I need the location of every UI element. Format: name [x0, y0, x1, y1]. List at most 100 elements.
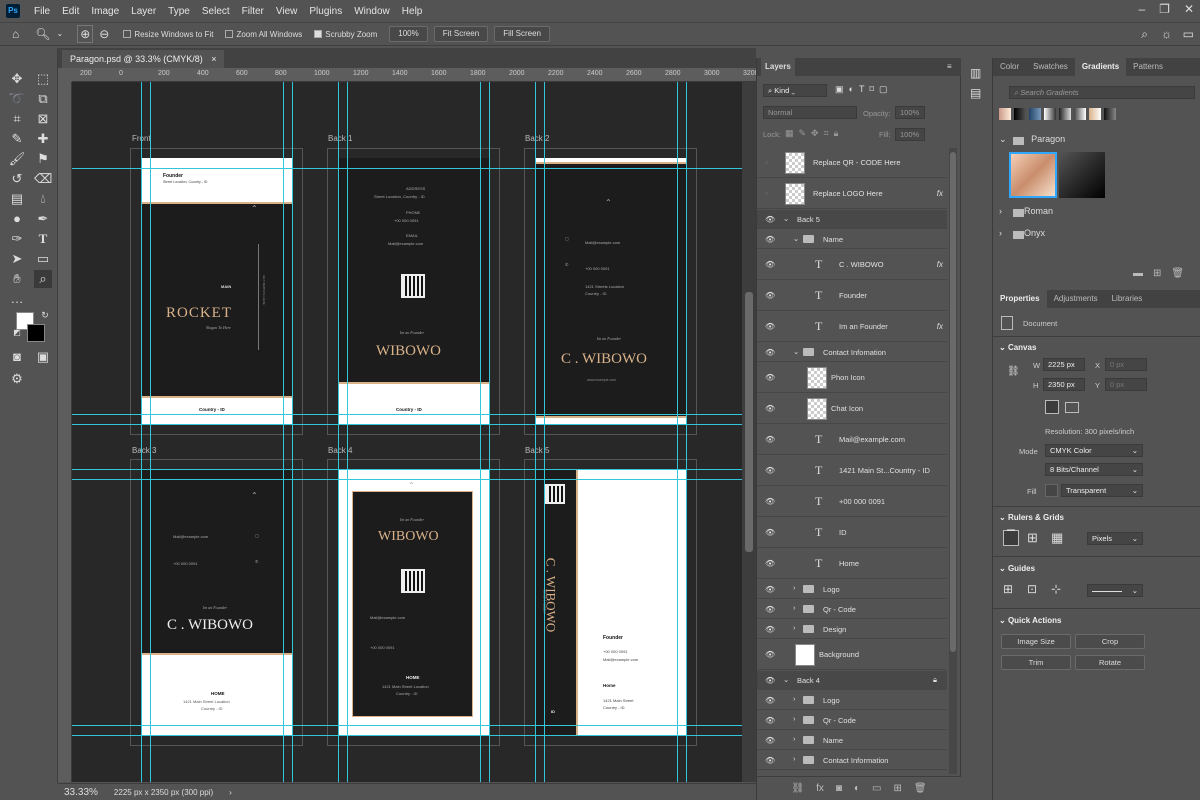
gradient-swatch[interactable] — [1089, 108, 1101, 120]
eye-icon[interactable]: 👁︎ — [765, 260, 775, 269]
fit-screen-button[interactable]: Fit Screen — [433, 26, 489, 42]
units-select[interactable]: Pixels ⌄ — [1087, 532, 1143, 545]
fill-field[interactable]: 100% — [895, 128, 925, 141]
guide-line[interactable] — [489, 82, 490, 782]
zoom-tool-icon[interactable]: ⌕ — [34, 270, 52, 288]
artboard-label[interactable]: Back 4 — [328, 446, 352, 455]
guide-layout-icon[interactable]: ⊞ — [1003, 582, 1013, 596]
fx-icon[interactable]: fx — [937, 189, 943, 198]
eye-icon[interactable]: 👁︎ — [765, 605, 775, 614]
gradient-swatch[interactable] — [1074, 108, 1086, 120]
layers-list[interactable]: ▫ Replace QR - CODE Here ▫ Replace LOGO He… — [757, 148, 947, 774]
gradient-tool-icon[interactable]: ▤ — [8, 190, 26, 208]
marquee-tool-icon[interactable]: ⬚ — [34, 70, 52, 88]
comments-panel-icon[interactable]: ▤ — [970, 86, 981, 100]
guide-line[interactable] — [72, 469, 742, 470]
guide-line[interactable] — [480, 82, 481, 782]
gradient-swatch[interactable] — [1044, 108, 1056, 120]
lock-icons[interactable]: ▦✎✥⌗🔒︎ — [785, 128, 843, 139]
layer-row[interactable]: ▫ Replace LOGO Here fx — [757, 179, 947, 209]
quick-actions-section[interactable]: ⌄ Quick Actions — [999, 616, 1061, 625]
rulers-grids-section[interactable]: ⌄ Rulers & Grids — [999, 513, 1064, 522]
eye-icon[interactable]: 👁︎ — [765, 676, 775, 685]
background-color-swatch[interactable] — [27, 324, 45, 342]
guide-style-select[interactable]: ⌄ — [1087, 584, 1143, 597]
hand-tool-icon[interactable]: ✋︎ — [8, 270, 26, 288]
history-brush-icon[interactable]: ↺ — [8, 170, 26, 188]
guide-line[interactable] — [292, 82, 293, 782]
gradient-folder-paragon[interactable]: ⌄ Paragon — [999, 134, 1065, 145]
eye-icon[interactable]: 👁︎ — [765, 497, 775, 506]
lock-icon[interactable]: 🔒︎ — [933, 675, 937, 685]
layer-group-row[interactable]: 👁︎ ⌄ Back 5 — [757, 210, 947, 229]
resize-windows-checkbox[interactable]: Resize Windows to Fit — [123, 30, 213, 39]
default-colors-icon[interactable]: ◩ — [8, 324, 26, 342]
new-group-icon[interactable]: ▭ — [872, 783, 881, 794]
zoom-all-windows-checkbox[interactable]: Zoom All Windows — [225, 30, 302, 39]
chevron-right-icon[interactable]: › — [999, 228, 1002, 238]
tab-swatches[interactable]: Swatches — [1026, 58, 1075, 76]
workspace-icon[interactable]: ▭ — [1183, 26, 1194, 42]
add-mask-icon[interactable]: ◙ — [836, 783, 842, 794]
filter-icons[interactable]: ▣◐T⌑▢ — [835, 84, 893, 95]
quick-mask-icon[interactable]: ◙ — [8, 348, 26, 366]
grid-toggle-icon[interactable]: ⊞ — [1027, 530, 1038, 546]
gradient-swatch-selected[interactable] — [1009, 152, 1057, 198]
guide-line[interactable] — [544, 82, 545, 782]
menu-edit[interactable]: Edit — [56, 6, 85, 17]
stamp-tool-icon[interactable]: ⚑ — [34, 150, 52, 168]
close-icon[interactable]: ✕ — [1184, 2, 1194, 16]
image-size-button[interactable]: Image Size — [1001, 634, 1071, 649]
layer-group-row[interactable]: 👁︎ › Logo — [757, 691, 947, 710]
brush-tool-icon[interactable]: 🖌︎ — [8, 150, 26, 168]
scrollbar-thumb[interactable] — [745, 292, 753, 552]
card-back3[interactable]: ⌃ Mail@example.com ▢ +00 000 0091 ✆ Im a… — [141, 469, 292, 735]
close-tab-icon[interactable]: × — [211, 54, 216, 64]
artboard-label[interactable]: Back 2 — [525, 134, 549, 143]
frame-tool-icon[interactable]: ⊠ — [34, 110, 52, 128]
scrubby-zoom-checkbox[interactable]: Scrubby Zoom — [314, 30, 377, 39]
layer-row[interactable]: 👁︎ T ID — [757, 518, 947, 548]
guide-add-icon[interactable]: ⊹ — [1051, 582, 1061, 596]
menu-image[interactable]: Image — [85, 6, 125, 17]
chevron-down-icon[interactable]: ⌄ — [56, 26, 63, 42]
height-field[interactable]: 2350 px — [1043, 378, 1085, 391]
chevron-right-icon[interactable]: › — [793, 754, 796, 763]
fx-icon[interactable]: fx — [937, 322, 943, 331]
fx-icon[interactable]: fx — [816, 783, 824, 794]
layer-group-row[interactable]: 👁︎ › Qr - Code — [757, 600, 947, 619]
rectangle-tool-icon[interactable]: ▭ — [34, 250, 52, 268]
chevron-down-icon[interactable]: ⌄ — [793, 234, 799, 243]
tab-properties[interactable]: Properties — [993, 290, 1047, 308]
document-tab[interactable]: Paragon.psd @ 33.3% (CMYK/8) × — [62, 50, 225, 68]
layer-group-row[interactable]: 👁︎ ⌄ Name — [757, 230, 947, 249]
menu-file[interactable]: File — [28, 6, 56, 17]
ruler-toggle-icon[interactable]: ▔ — [1003, 530, 1019, 546]
eye-icon[interactable]: 👁︎ — [765, 696, 775, 705]
menu-plugins[interactable]: Plugins — [303, 6, 348, 17]
guides-section[interactable]: ⌄ Guides — [999, 564, 1035, 573]
eye-icon[interactable]: 👁︎ — [765, 215, 775, 224]
layer-group-row[interactable]: 👁︎ ⌄ Back 4 🔒︎ — [757, 671, 947, 690]
layer-group-row[interactable]: 👁︎ › Design — [757, 620, 947, 639]
layer-filter-select[interactable]: ⌕ Kind ⌄ — [763, 84, 827, 97]
gradient-swatch[interactable] — [1014, 108, 1026, 120]
menu-filter[interactable]: Filter — [236, 6, 270, 17]
menu-layer[interactable]: Layer — [125, 6, 162, 17]
blend-mode-select[interactable]: Normal — [763, 106, 857, 119]
history-panel-icon[interactable]: ▥ — [970, 66, 981, 80]
card-front[interactable]: Founder Street Location, Country - ID ⌃ … — [141, 158, 292, 424]
artboard-label[interactable]: Back 1 — [328, 134, 352, 143]
dodge-tool-icon[interactable]: ● — [8, 210, 26, 228]
fill-screen-button[interactable]: Fill Screen — [494, 26, 551, 42]
eraser-tool-icon[interactable]: ⌫ — [34, 170, 52, 188]
layer-row[interactable]: 👁︎ T Founder — [757, 281, 947, 311]
crop-tool-icon[interactable]: ⌗ — [8, 110, 26, 128]
eye-icon[interactable]: 👁︎ — [765, 625, 775, 634]
layer-row[interactable]: 👁︎ Chat Icon — [757, 394, 947, 424]
chevron-right-icon[interactable]: › — [793, 734, 796, 743]
trash-icon[interactable]: 🗑︎ — [914, 783, 927, 794]
layer-group-row[interactable]: 👁︎ › Contact Information — [757, 751, 947, 770]
layer-row[interactable]: 👁︎ T 1421 Main St...Country - ID — [757, 456, 947, 486]
gradient-folder-onyx[interactable]: › Onyx — [999, 228, 1045, 239]
